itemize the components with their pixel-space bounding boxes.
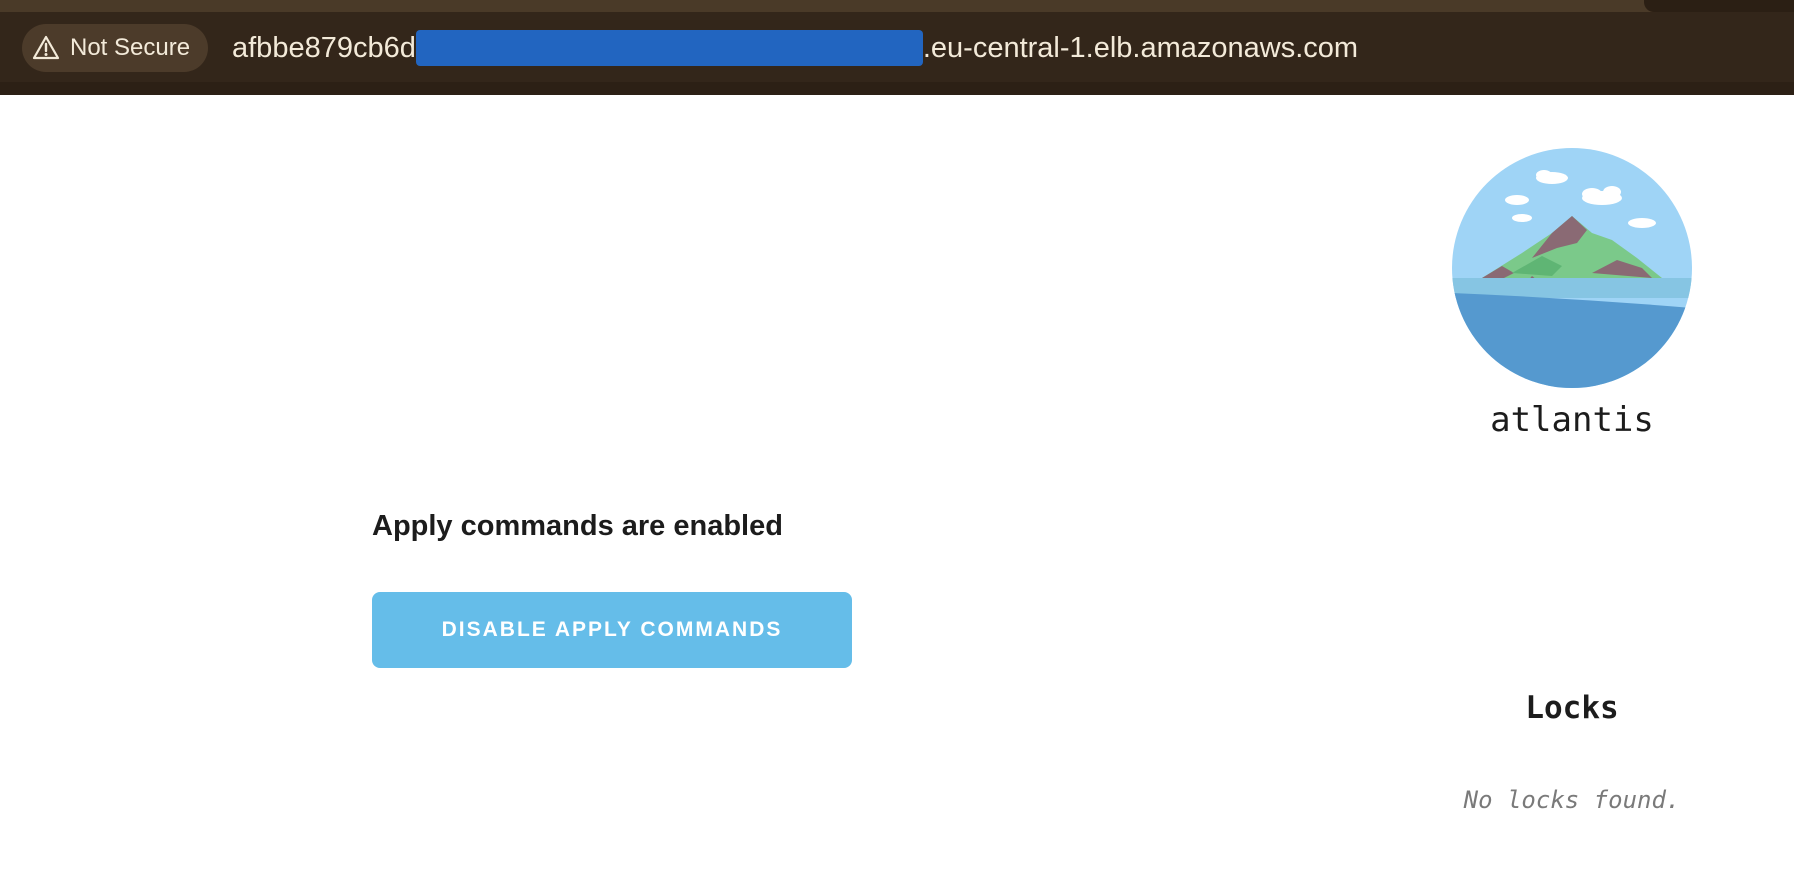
toolbar-bottom-edge (0, 82, 1794, 95)
locks-heading: Locks (1525, 690, 1619, 726)
security-indicator[interactable]: Not Secure (22, 24, 209, 72)
browser-toolbar: Not Secure afbbe879cb6d .eu-central-1.el… (0, 0, 1794, 95)
atlantis-logo (1452, 148, 1692, 388)
apply-status-heading: Apply commands are enabled (372, 510, 783, 542)
warning-triangle-icon (32, 34, 60, 62)
security-label: Not Secure (70, 34, 191, 61)
locks-empty-message: No locks found. (1463, 786, 1681, 814)
url-prefix: afbbe879cb6d (232, 31, 416, 64)
disable-apply-commands-button[interactable]: DISABLE APPLY COMMANDS (372, 592, 852, 668)
url-suffix: .eu-central-1.elb.amazonaws.com (922, 31, 1359, 64)
app-name: atlantis (1490, 400, 1654, 440)
url-redaction (415, 30, 923, 66)
url-field[interactable]: afbbe879cb6d .eu-central-1.elb.amazonaws… (232, 28, 1358, 68)
tab-strip-edge (0, 0, 1794, 12)
